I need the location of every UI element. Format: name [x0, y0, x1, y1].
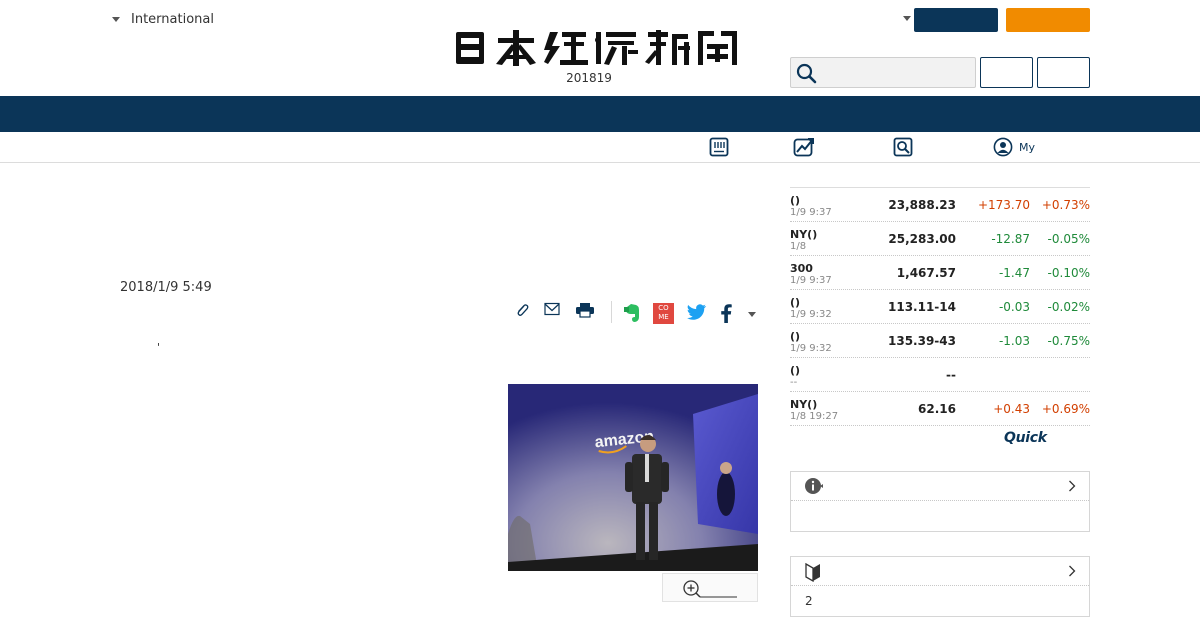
market-change: -1.03	[998, 334, 1030, 348]
market-value: 62.16	[918, 402, 956, 416]
info-box	[790, 471, 1090, 532]
market-time: 1/9 9:37	[790, 207, 832, 218]
chevron-down-icon	[112, 17, 120, 22]
guide-box-body: 2	[805, 594, 813, 608]
edition-label: International	[131, 12, 214, 27]
search-input[interactable]	[790, 57, 976, 88]
my-page-link[interactable]: My	[993, 137, 1035, 157]
market-row[interactable]: () 1/9 9:32 113.11-14 -0.03 -0.02%	[790, 290, 1090, 324]
market-name: ()	[790, 194, 801, 207]
market-name: NY()	[790, 398, 818, 411]
market-change: +0.43	[993, 402, 1030, 416]
tools-bar: My	[0, 132, 1200, 163]
market-time: 1/9 9:32	[790, 343, 832, 354]
market-time: 1/9 9:37	[790, 275, 832, 286]
market-time: 1/9 9:32	[790, 309, 832, 320]
market-name: ()	[790, 330, 801, 343]
search-submit-button[interactable]	[1037, 57, 1090, 88]
market-time: 1/8 19:27	[790, 411, 839, 422]
info-box-body	[791, 501, 1089, 531]
mail-icon[interactable]	[544, 302, 560, 316]
share-divider	[611, 301, 612, 323]
market-percent: +0.69%	[1041, 402, 1090, 416]
quick-logo[interactable]: Quick	[1004, 430, 1047, 446]
market-time: --	[790, 377, 798, 388]
market-change: -1.47	[998, 266, 1030, 280]
market-data-table: () 1/9 9:37 23,888.23 +173.70 +0.73% NY(…	[790, 187, 1090, 426]
print-icon[interactable]	[575, 302, 595, 318]
market-percent: -0.75%	[1047, 334, 1090, 348]
market-row[interactable]: NY() 1/8 19:27 62.16 +0.43 +0.69%	[790, 392, 1090, 426]
stray-text: '	[157, 341, 161, 354]
print-edition-date: 201819	[566, 71, 612, 85]
market-value: 23,888.23	[888, 198, 956, 212]
clip-icon[interactable]	[514, 302, 530, 318]
published-date: 2018/1/9 5:49	[120, 280, 212, 295]
chevron-right-icon	[1069, 565, 1076, 577]
guide-box: 2	[790, 556, 1090, 617]
market-change: -0.03	[998, 300, 1030, 314]
come-label: COME	[658, 304, 669, 321]
login-button[interactable]	[914, 8, 998, 32]
info-icon	[805, 478, 823, 494]
user-icon	[993, 137, 1013, 157]
market-value: 135.39-43	[888, 334, 956, 348]
zoom-photo-button[interactable]	[662, 573, 758, 602]
guide-box-header[interactable]	[791, 557, 1089, 586]
chart-icon[interactable]	[793, 137, 815, 157]
market-percent: +0.73%	[1041, 198, 1090, 212]
market-value: 113.11-14	[888, 300, 956, 314]
my-label: My	[1019, 140, 1036, 154]
market-row[interactable]: 300 1/9 9:37 1,467.57 -1.47 -0.10%	[790, 256, 1090, 290]
chevron-right-icon	[1069, 480, 1076, 492]
market-name: NY()	[790, 228, 818, 241]
chevron-down-icon[interactable]	[748, 312, 756, 317]
search-option-button[interactable]	[980, 57, 1033, 88]
edition-selector[interactable]: International	[112, 12, 214, 27]
market-time: 1/8	[790, 241, 807, 252]
market-percent: -0.02%	[1047, 300, 1090, 314]
market-value: 1,467.57	[896, 266, 956, 280]
market-name: ()	[790, 364, 801, 377]
market-change: -12.87	[991, 232, 1030, 246]
market-change: +173.70	[977, 198, 1030, 212]
nikkei-logo[interactable]	[452, 28, 748, 68]
market-row[interactable]: () -- --	[790, 358, 1090, 392]
market-name: 300	[790, 262, 813, 275]
article-photo[interactable]: amazon	[508, 384, 758, 571]
facebook-icon[interactable]	[720, 304, 732, 323]
zoom-in-icon	[683, 580, 737, 598]
come-icon[interactable]: COME	[653, 303, 674, 324]
twitter-icon[interactable]	[686, 304, 707, 321]
search-icon	[796, 63, 817, 84]
market-row[interactable]: NY() 1/8 25,283.00 -12.87 -0.05%	[790, 222, 1090, 256]
market-value: 25,283.00	[888, 232, 956, 246]
market-percent: -0.05%	[1047, 232, 1090, 246]
main-navigation[interactable]	[0, 96, 1200, 132]
market-name: ()	[790, 296, 801, 309]
market-row[interactable]: () 1/9 9:37 23,888.23 +173.70 +0.73%	[790, 188, 1090, 222]
search-doc-icon[interactable]	[893, 137, 913, 157]
market-value: --	[946, 368, 956, 382]
evernote-icon[interactable]	[623, 303, 641, 323]
info-box-header[interactable]	[791, 472, 1089, 501]
newspaper-icon[interactable]	[709, 137, 729, 157]
chevron-down-icon[interactable]	[903, 16, 911, 21]
market-percent: -0.10%	[1047, 266, 1090, 280]
market-row[interactable]: () 1/9 9:32 135.39-43 -1.03 -0.75%	[790, 324, 1090, 358]
beginner-icon	[805, 562, 820, 582]
subscribe-button[interactable]	[1006, 8, 1090, 32]
